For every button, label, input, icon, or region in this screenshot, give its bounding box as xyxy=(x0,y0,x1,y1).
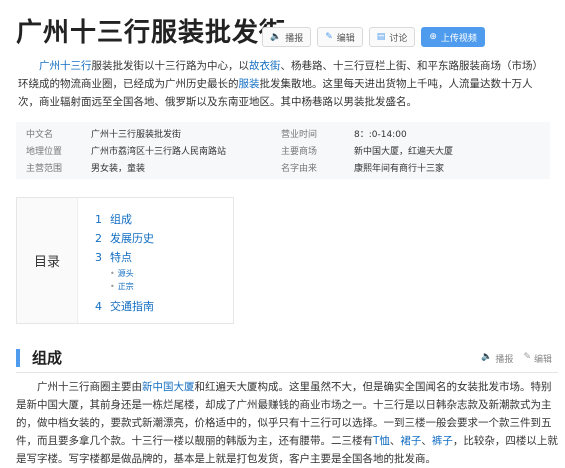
toc-item-history[interactable]: 2 发展历史 xyxy=(95,229,154,248)
speaker-icon: 🔈 xyxy=(481,352,493,362)
section-header: 组成 🔈 播报 ✎ 编辑 xyxy=(16,346,558,373)
info-value: 康熙年间有商行十三家 xyxy=(354,164,445,174)
info-value: 男女装，童装 xyxy=(91,164,146,174)
info-row: 主营范围 男女装，童装 名字由来 康熙年间有商行十三家 xyxy=(16,159,550,176)
info-box: 中文名 广州十三行服装批发街 营业时间 8：:0-14:00 地理位置 广州市荔… xyxy=(16,122,550,179)
section-edit-button[interactable]: ✎ 编辑 xyxy=(523,352,552,365)
speaker-icon: 🔈 xyxy=(270,32,282,42)
link-pants[interactable]: 裤子 xyxy=(432,435,453,447)
broadcast-label: 播报 xyxy=(285,33,304,44)
section-title: 组成 xyxy=(32,349,63,367)
toc-item-transport[interactable]: 4 交通指南 xyxy=(95,297,154,316)
toc-subitem-authentic[interactable]: • 正宗 xyxy=(95,280,154,293)
toc-list: 1 组成 2 发展历史 3 特点 • 源头 • 正宗 4 交通指南 xyxy=(95,210,154,316)
info-value: 8：:0-14:00 xyxy=(354,130,407,140)
info-value: 广州市荔湾区十三行路人民南路站 xyxy=(91,147,227,157)
summary-paragraph: 广州十三行服装批发街以十三行路为中心，以故衣街、杨巷路、十三行豆栏上街、和平东路… xyxy=(18,57,550,111)
pencil-icon: ✎ xyxy=(325,32,333,42)
info-key: 主要商场 xyxy=(281,147,318,157)
info-value: 广州十三行服装批发街 xyxy=(91,130,182,140)
info-row: 地理位置 广州市荔湾区十三行路人民南路站 主要商场 新中国大厦，红遍天大厦 xyxy=(16,142,550,159)
toolbar: 🔈 播报 ✎ 编辑 ▤ 讨论 ⊕ 上传视频 xyxy=(262,27,485,47)
link-xinzhongguo-dasha[interactable]: 新中国大厦 xyxy=(142,381,195,393)
upload-video-button[interactable]: ⊕ 上传视频 xyxy=(421,27,485,47)
info-key: 主营范围 xyxy=(26,164,63,174)
edit-button[interactable]: ✎ 编辑 xyxy=(317,27,363,47)
section-actions: 🔈 播报 ✎ 编辑 xyxy=(481,352,552,365)
info-row: 中文名 广州十三行服装批发街 营业时间 8：:0-14:00 xyxy=(16,125,550,142)
link-tshirt[interactable]: T恤 xyxy=(373,435,390,447)
toc-subitem-origin[interactable]: • 源头 xyxy=(95,267,154,280)
link-skirt[interactable]: 裙子 xyxy=(400,435,421,447)
discuss-button[interactable]: ▤ 讨论 xyxy=(368,27,416,47)
info-key: 地理位置 xyxy=(26,147,63,157)
section-broadcast-button[interactable]: 🔈 播报 xyxy=(481,352,513,365)
summary-text-1: 服装批发街以十三行路为中心，以 xyxy=(91,60,250,72)
info-key: 中文名 xyxy=(26,130,54,140)
plus-circle-icon: ⊕ xyxy=(429,32,437,42)
toc-title: 目录 xyxy=(17,198,78,323)
info-key: 营业时间 xyxy=(281,130,318,140)
toc-item-composition[interactable]: 1 组成 xyxy=(95,210,154,229)
toc-item-features[interactable]: 3 特点 xyxy=(95,248,154,267)
upload-video-label: 上传视频 xyxy=(440,33,477,44)
section-accent-bar xyxy=(16,349,20,367)
edit-label: 编辑 xyxy=(336,33,355,44)
info-value: 新中国大厦，红遍天大厦 xyxy=(354,147,454,157)
link-guyijie[interactable]: 故衣街 xyxy=(249,60,281,72)
link-fuzhuang[interactable]: 服装 xyxy=(239,78,260,90)
pencil-icon: ✎ xyxy=(523,352,531,362)
discuss-label: 讨论 xyxy=(389,33,408,44)
info-key: 名字由来 xyxy=(281,164,318,174)
link-shisanhang[interactable]: 广州十三行 xyxy=(39,60,92,72)
table-of-contents: 目录 1 组成 2 发展历史 3 特点 • 源头 • 正宗 4 交通指南 xyxy=(16,197,234,324)
chat-icon: ▤ xyxy=(376,32,386,42)
section-body: 广州十三行商圈主要由新中国大厦和红遍天大厦构成。这里虽然不大，但是确实全国闻名的… xyxy=(16,381,558,465)
page-title: 广州十三行服装批发街 xyxy=(16,18,287,48)
broadcast-button[interactable]: 🔈 播报 xyxy=(262,27,312,47)
